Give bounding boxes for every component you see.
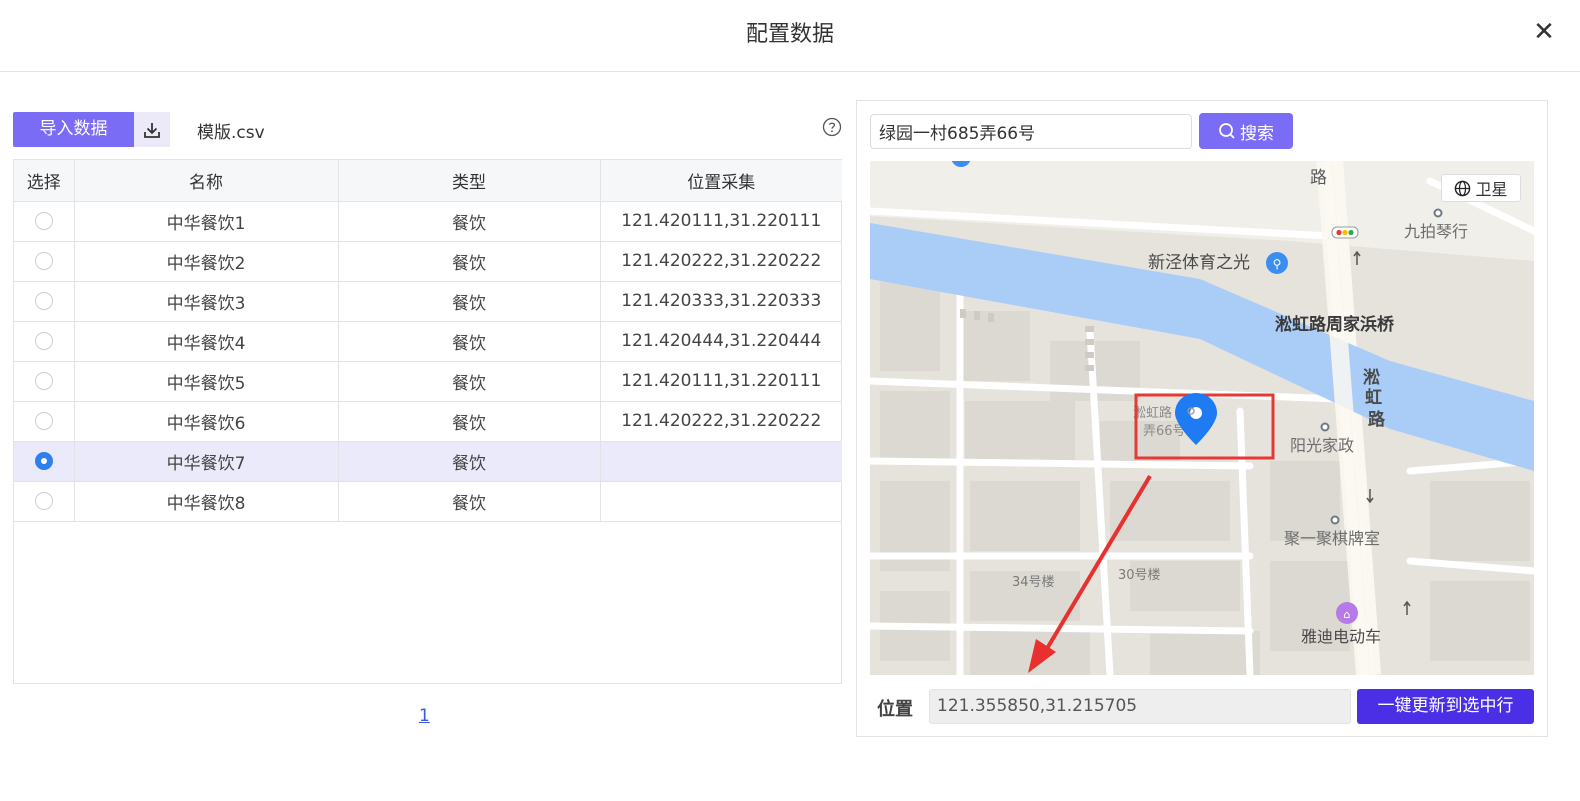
row-type-cell: 餐饮 — [338, 401, 601, 442]
map-label-building-34: 34号楼 — [1012, 575, 1055, 590]
dialog-header: 配置数据 ✕ — [0, 0, 1580, 72]
row-name-cell: 中华餐饮7 — [74, 441, 339, 482]
map-label-ebike: 雅迪电动车 — [1301, 627, 1381, 646]
row-select-cell[interactable] — [14, 361, 75, 402]
table-row[interactable]: 中华餐饮3 餐饮 121.420333,31.220333 — [14, 281, 842, 322]
row-location-cell — [600, 441, 842, 482]
row-select-cell[interactable] — [14, 401, 75, 442]
row-radio-button[interactable] — [34, 252, 53, 270]
row-radio-button[interactable] — [34, 332, 53, 350]
row-name-cell: 中华餐饮6 — [74, 401, 339, 442]
table-row[interactable]: 中华餐饮5 餐饮 121.420111,31.220111 — [14, 361, 842, 402]
template-file-name[interactable]: 模版.csv — [197, 118, 265, 143]
map-label-pin-line2: 弄66号 — [1143, 424, 1186, 439]
row-type-cell: 餐饮 — [338, 321, 601, 362]
table-header-row: 选择 名称 类型 位置采集 — [14, 160, 842, 202]
map-label-pin-line1: 淞虹路 — [1133, 405, 1172, 421]
map-label-hong: 虹 — [1365, 388, 1382, 408]
row-location-cell: 121.420222,31.220222 — [600, 241, 842, 282]
svg-text:⌂: ⌂ — [1344, 608, 1351, 621]
row-radio-button[interactable] — [34, 212, 53, 230]
satellite-label: 卫星 — [1475, 180, 1508, 199]
map-label-piano-shop: 九拍琴行 — [1404, 222, 1468, 241]
row-location-cell: 121.420222,31.220222 — [600, 401, 842, 442]
download-icon — [144, 122, 160, 138]
row-select-cell[interactable] — [14, 241, 75, 282]
row-name-cell: 中华餐饮5 — [74, 361, 339, 402]
update-selected-row-button[interactable]: 一键更新到选中行 — [1357, 689, 1534, 724]
row-radio-button[interactable] — [34, 412, 53, 430]
row-location-cell: 121.420444,31.220444 — [600, 321, 842, 362]
search-button-label: 搜索 — [1240, 123, 1274, 144]
row-type-cell: 餐饮 — [338, 481, 601, 522]
map-label-song: 淞 — [1363, 367, 1380, 388]
table-row[interactable]: 中华餐饮6 餐饮 121.420222,31.220222 — [14, 401, 842, 442]
map-panel: 搜索 — [856, 100, 1548, 737]
row-name-cell: 中华餐饮8 — [74, 481, 339, 522]
row-select-cell[interactable] — [14, 481, 75, 522]
column-header-name: 名称 — [74, 160, 339, 202]
map-label-housekeeping: 阳光家政 — [1290, 436, 1354, 455]
column-header-location: 位置采集 — [600, 160, 842, 202]
map-canvas[interactable]: ⚲ ⌂ 路 九拍琴行 新泾体育之光 淞虹路周家浜桥 淞 虹 路 淞虹路 弄66号 — [870, 161, 1534, 675]
import-data-button[interactable]: 导入数据 — [13, 112, 134, 147]
row-location-cell: 121.420111,31.220111 — [600, 201, 842, 242]
location-label: 位置 — [877, 699, 913, 720]
row-radio-button[interactable] — [34, 292, 53, 310]
row-select-cell[interactable] — [14, 321, 75, 362]
row-type-cell: 餐饮 — [338, 201, 601, 242]
map-view[interactable]: ⚲ ⌂ 路 九拍琴行 新泾体育之光 淞虹路周家浜桥 淞 虹 路 淞虹路 弄66号 — [870, 161, 1534, 675]
map-label-chess-room: 聚一聚棋牌室 — [1284, 529, 1380, 548]
row-type-cell: 餐饮 — [338, 281, 601, 322]
column-header-select: 选择 — [14, 160, 75, 202]
address-search-input[interactable] — [870, 114, 1192, 149]
row-radio-button[interactable] — [34, 372, 53, 390]
row-select-cell[interactable] — [14, 281, 75, 322]
row-radio-button[interactable] — [34, 492, 53, 510]
row-name-cell: 中华餐饮1 — [74, 201, 339, 242]
svg-text:⚲: ⚲ — [1273, 257, 1282, 271]
map-label-road-top: 路 — [1310, 168, 1327, 188]
location-value-field[interactable]: 121.355850,31.215705 — [929, 689, 1351, 724]
globe-icon — [1455, 180, 1471, 196]
row-radio-button[interactable] — [34, 452, 53, 470]
search-button[interactable]: 搜索 — [1199, 113, 1293, 149]
row-location-cell: 121.420111,31.220111 — [600, 361, 842, 402]
row-type-cell: 餐饮 — [338, 441, 601, 482]
row-name-cell: 中华餐饮2 — [74, 241, 339, 282]
pagination-page-link[interactable]: 1 — [419, 706, 430, 726]
row-type-cell: 餐饮 — [338, 241, 601, 282]
dialog-title: 配置数据 — [745, 22, 834, 47]
row-type-cell: 餐饮 — [338, 361, 601, 402]
row-location-cell: 121.420333,31.220333 — [600, 281, 842, 322]
table-row[interactable]: 中华餐饮1 餐饮 121.420111,31.220111 — [14, 201, 842, 242]
map-label-sports: 新泾体育之光 — [1148, 253, 1250, 273]
download-template-button[interactable] — [134, 112, 170, 147]
map-label-building-30: 30号楼 — [1118, 568, 1161, 583]
row-name-cell: 中华餐饮3 — [74, 281, 339, 322]
column-header-type: 类型 — [338, 160, 601, 202]
table-row[interactable]: 中华餐饮7 餐饮 — [14, 441, 842, 482]
row-location-cell — [600, 481, 842, 522]
row-select-cell[interactable] — [14, 201, 75, 242]
close-icon[interactable]: ✕ — [1530, 18, 1558, 46]
data-table: 选择 名称 类型 位置采集 中华餐饮1 餐饮 121.420111,31.22011… — [13, 159, 842, 684]
config-data-dialog: 配置数据 ✕ 导入数据 模版.csv 选择 名称 类型 位置采集 中华餐饮1 餐… — [0, 0, 1580, 801]
table-row[interactable]: 中华餐饮4 餐饮 121.420444,31.220444 — [14, 321, 842, 362]
map-label-lu: 路 — [1368, 409, 1386, 430]
search-icon — [1219, 123, 1235, 139]
satellite-toggle-button[interactable]: 卫星 — [1441, 174, 1521, 202]
table-row[interactable]: 中华餐饮8 餐饮 — [14, 481, 842, 522]
row-select-cell[interactable] — [14, 441, 75, 482]
question-circle-icon[interactable] — [822, 117, 842, 137]
map-label-bridge: 淞虹路周家浜桥 — [1275, 314, 1395, 335]
table-row[interactable]: 中华餐饮2 餐饮 121.420222,31.220222 — [14, 241, 842, 282]
row-name-cell: 中华餐饮4 — [74, 321, 339, 362]
